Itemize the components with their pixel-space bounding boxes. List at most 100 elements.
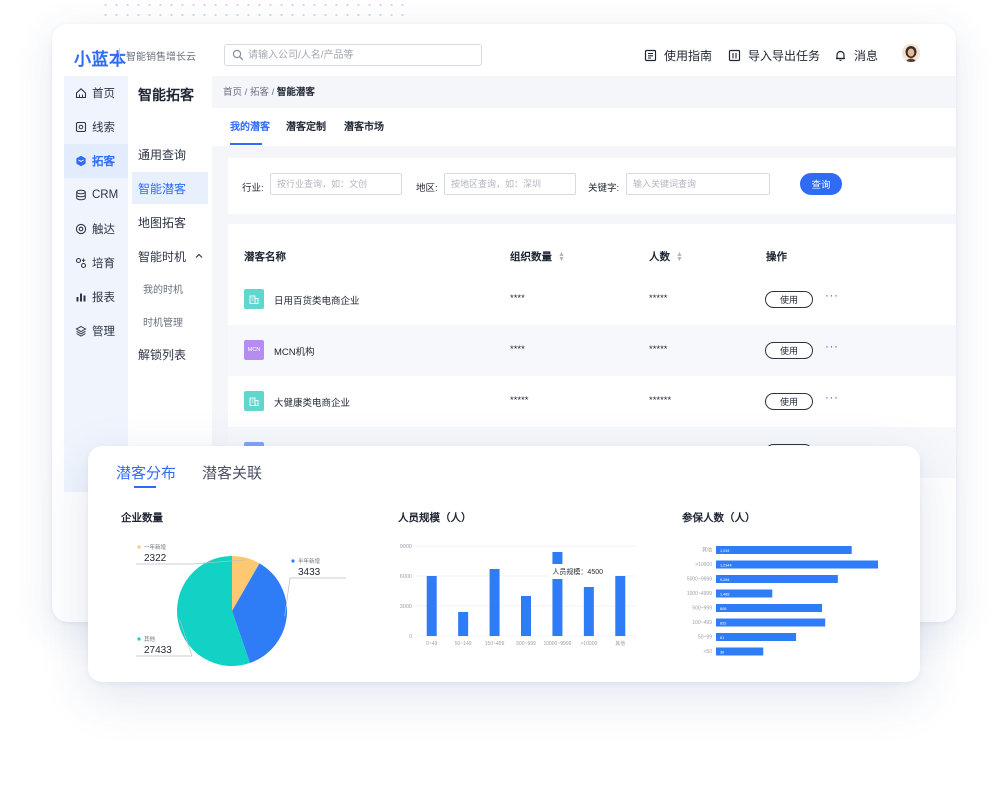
nav-item-home[interactable]: 首页 (64, 76, 128, 110)
region-field[interactable] (444, 173, 576, 195)
home-icon (75, 88, 87, 99)
org-count: **** (510, 344, 525, 355)
keyword-input[interactable] (627, 174, 769, 194)
nav-item-reports[interactable]: 报表 (64, 280, 128, 314)
primary-nav: 首页 线索 拓客 CRM 触达 培育 报表 管理 (64, 76, 128, 492)
bar-value-label: 36 (720, 650, 724, 654)
subnav-smart-prospects[interactable]: 智能潜客 (132, 172, 208, 204)
tab-prospect-market[interactable]: 潜客市场 (344, 118, 384, 133)
use-button[interactable]: 使用 (765, 393, 813, 410)
industry-input[interactable] (271, 174, 401, 194)
prospect-name[interactable]: 日用百货类电商企业 (274, 293, 360, 307)
bar-value-label: 9,284 (720, 578, 730, 582)
database-icon (76, 189, 86, 201)
bar-value-label: 1,2344 (720, 563, 732, 567)
more-icon[interactable]: ··· (825, 288, 839, 302)
nav-item-prospecting[interactable]: 拓客 (64, 144, 128, 178)
table-row[interactable]: MCN MCN机构 **** ***** 使用 ··· (228, 325, 956, 376)
people-count: ***** (649, 293, 668, 304)
breadcrumb-home[interactable]: 首页 (223, 87, 242, 98)
bar[interactable] (716, 560, 878, 569)
prospect-name[interactable]: 大健康类电商企业 (274, 395, 350, 409)
tab-distribution[interactable]: 潜客分布 (116, 462, 176, 483)
logo-slogan: 智能销售增长云 (126, 52, 196, 63)
tab-custom-prospects[interactable]: 潜客定制 (286, 118, 326, 133)
y-tick-label: 0 (409, 634, 412, 640)
slice-value: 2322 (144, 553, 167, 564)
table-row[interactable]: 日用百货类电商企业 **** ***** 使用 ··· (228, 274, 956, 325)
subnav-map-prospecting[interactable]: 地图拓客 (132, 206, 208, 238)
messages-link[interactable]: 消息 (834, 46, 878, 64)
table-row[interactable]: 大健康类电商企业 ***** ****** 使用 ··· (228, 376, 956, 427)
header-people[interactable]: 人数 ▲ ▼ (649, 249, 683, 264)
nav-item-nurture[interactable]: 培育 (64, 246, 128, 280)
tab-my-prospects[interactable]: 我的潜客 (230, 118, 270, 133)
bar-chart-icon (76, 293, 86, 302)
bar[interactable] (716, 546, 852, 554)
active-tab-indicator (230, 143, 262, 145)
search-input[interactable] (248, 47, 473, 63)
header-actions: 操作 (766, 251, 787, 263)
x-tick-label: 0~49 (426, 641, 437, 647)
bar[interactable] (426, 576, 437, 636)
bell-icon (836, 50, 845, 61)
bar[interactable] (716, 618, 826, 627)
sort-icon[interactable]: ▲ ▼ (558, 251, 565, 263)
breadcrumb-current: 智能潜客 (276, 87, 315, 98)
query-button[interactable]: 查询 (800, 173, 842, 195)
prospect-name[interactable]: MCN机构 (274, 344, 315, 358)
company-count-pie-chart: 一年新增 2322 半年新增 3433 其他 27433 (136, 543, 346, 666)
more-icon[interactable]: ··· (825, 339, 839, 353)
subnav-my-timing[interactable]: 我的时机 (132, 272, 208, 304)
org-count: **** (510, 293, 525, 304)
industry-field[interactable] (270, 173, 402, 195)
org-count: ***** (510, 395, 529, 406)
region-input[interactable] (445, 174, 575, 194)
bar-value-label: 832 (720, 621, 726, 625)
user-avatar[interactable] (902, 44, 920, 62)
bar[interactable] (716, 604, 823, 612)
breadcrumb-prospecting[interactable]: 拓客 (250, 87, 269, 98)
bar[interactable] (716, 575, 838, 583)
subnav-timing-manage[interactable]: 时机管理 (132, 305, 208, 337)
nurture-icon (75, 257, 87, 269)
dot-pattern-decoration (100, 0, 410, 18)
tab-relations[interactable]: 潜客关联 (202, 462, 262, 483)
header-org-count[interactable]: 组织数量 ▲ ▼ (510, 249, 565, 264)
guide-label: 使用指南 (664, 48, 713, 63)
bar-value-label: 1,034 (720, 549, 730, 553)
bar-value-label: 61 (720, 636, 724, 640)
subnav-general-query[interactable]: 通用查询 (132, 138, 208, 170)
use-button[interactable]: 使用 (765, 342, 813, 359)
y-tick-label: 3000 (400, 604, 412, 610)
bar[interactable] (489, 569, 500, 636)
sort-icon[interactable]: ▲ ▼ (676, 251, 683, 263)
subnav-unlock-list[interactable]: 解锁列表 (132, 338, 208, 370)
slice-value: 3433 (298, 567, 321, 578)
chevron-up-icon[interactable] (194, 251, 204, 261)
bar[interactable] (615, 576, 626, 636)
bar[interactable] (583, 587, 594, 636)
category-label: 5000~9999 (687, 577, 712, 583)
keyword-field[interactable] (626, 173, 770, 195)
bar[interactable] (716, 633, 797, 641)
nav-item-leads[interactable]: 线索 (64, 110, 128, 144)
global-search[interactable] (224, 44, 482, 66)
slice-name: 半年新增 (298, 557, 320, 565)
nav-item-reach[interactable]: 触达 (64, 212, 128, 246)
bar[interactable] (458, 612, 469, 636)
slice-name: 一年新增 (144, 543, 166, 551)
legend-dot (137, 545, 141, 549)
use-button[interactable]: 使用 (765, 291, 813, 308)
nav-item-crm[interactable]: CRM (64, 178, 128, 212)
hexagon-icon (76, 155, 86, 167)
bar[interactable] (521, 596, 531, 636)
slice-name: 其他 (144, 635, 156, 643)
guide-link[interactable]: 使用指南 (644, 46, 712, 64)
avatar-icon (902, 44, 920, 62)
nav-item-manage[interactable]: 管理 (64, 314, 128, 348)
industry-label: 行业: (242, 183, 264, 194)
export-tasks-link[interactable]: 导入导出任务 (728, 46, 820, 64)
people-count: ***** (649, 344, 668, 355)
more-icon[interactable]: ··· (825, 390, 839, 404)
